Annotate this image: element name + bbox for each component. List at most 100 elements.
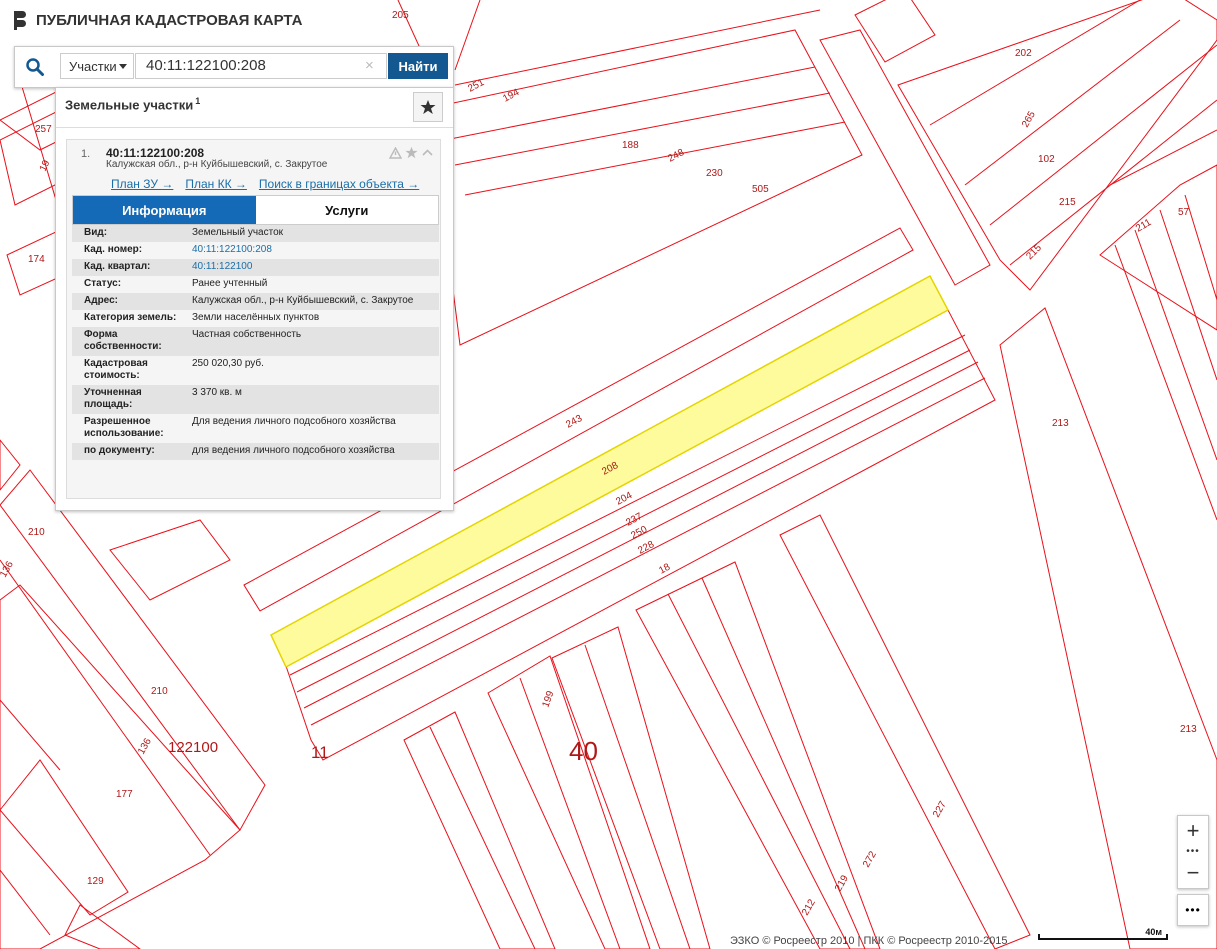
info-key: Разрешенное использование: [84, 416, 164, 439]
svg-text:177: 177 [116, 789, 133, 800]
info-row: Форма собственности: Частная собственност… [72, 327, 439, 356]
result-address: Калужская обл., р-н Куйбышевский, с. Зак… [106, 159, 328, 170]
svg-text:40: 40 [569, 736, 598, 766]
card-actions [389, 146, 434, 159]
info-value: 3 370 кв. м [192, 387, 242, 398]
svg-text:129: 129 [87, 876, 104, 887]
info-value: для ведения личного подсобного хозяйства [192, 445, 395, 456]
result-card[interactable]: 1. 40:11:122100:208 Калужская обл., р-н … [66, 139, 441, 499]
svg-text:57: 57 [1178, 207, 1190, 218]
zoom-divider: ••• [1186, 846, 1200, 857]
cadastral-quarter-link[interactable]: 40:11:122100 [190, 261, 428, 273]
zoom-out-button[interactable]: − [1178, 858, 1208, 888]
info-key: Кад. квартал: [84, 261, 151, 272]
search-type-select[interactable]: Участки [60, 53, 134, 79]
results-heading: Земельные участки 1 [65, 96, 200, 112]
search-input[interactable]: 40:11:122100:208 [135, 53, 387, 79]
info-key: по документу: [84, 445, 155, 456]
plan-kk-link[interactable]: План КК → [185, 177, 247, 191]
svg-text:210: 210 [28, 527, 45, 538]
info-value: 250 020,30 руб. [192, 358, 264, 369]
svg-text:11: 11 [311, 743, 329, 762]
warning-icon[interactable] [389, 146, 402, 159]
info-value: Частная собственность [192, 329, 302, 340]
info-value: Ранее учтенный [192, 278, 268, 289]
svg-text:19: 19 [38, 158, 53, 173]
svg-text:211: 211 [1134, 217, 1154, 235]
svg-text:136: 136 [0, 559, 16, 579]
search-in-bounds-link[interactable]: Поиск в границах объекта → [259, 177, 419, 191]
svg-text:248: 248 [666, 147, 686, 165]
tab-info[interactable]: Информация [73, 196, 256, 224]
tab-services[interactable]: Услуги [256, 196, 439, 224]
info-row: Кад. номер: 40:11:122100:208 [72, 242, 439, 259]
card-tabs: Информация Услуги [72, 195, 439, 225]
divider [56, 127, 453, 128]
info-row: Адрес: Калужская обл., р-н Куйбышевский, … [72, 293, 439, 310]
app-header: ПУБЛИЧНАЯ КАДАСТРОВАЯ КАРТА [14, 10, 302, 30]
svg-text:215: 215 [1059, 197, 1076, 208]
clear-icon[interactable]: × [365, 57, 374, 74]
svg-text:215: 215 [1024, 242, 1044, 262]
plan-zu-link[interactable]: План ЗУ → [111, 177, 173, 191]
svg-text:272: 272 [861, 849, 879, 869]
info-row: Кадастровая стоимость: 250 020,30 руб. [72, 356, 439, 385]
result-index: 1. [81, 148, 91, 160]
zoom-in-button[interactable]: + [1178, 816, 1208, 846]
rosreestr-logo-icon [14, 10, 28, 30]
search-bar: Участки 40:11:122100:208 × Найти [14, 46, 454, 88]
svg-text:212: 212 [800, 897, 818, 917]
scale-bar: 40м [1038, 927, 1168, 942]
svg-text:213: 213 [1052, 418, 1069, 429]
favorites-button[interactable] [413, 92, 443, 122]
info-row: Вид: Земельный участок [72, 225, 439, 242]
info-key: Уточненная площадь: [84, 387, 142, 410]
svg-text:257: 257 [35, 124, 52, 135]
result-title[interactable]: 40:11:122100:208 [106, 146, 204, 160]
star-icon [420, 100, 436, 114]
info-row: Разрешенное использование: Для ведения ли… [72, 414, 439, 443]
info-row: Уточненная площадь: 3 370 кв. м [72, 385, 439, 414]
svg-text:210: 210 [151, 686, 168, 697]
svg-text:505: 505 [752, 184, 769, 195]
info-key: Форма собственности: [84, 329, 162, 352]
attribution: ЭЗКО © Росреестр 2010 | ПКК © Росреестр … [730, 935, 1008, 947]
info-key: Категория земель: [84, 312, 177, 323]
more-options-button[interactable]: ••• [1177, 894, 1209, 926]
chevron-up-icon[interactable] [421, 147, 434, 159]
svg-text:205: 205 [392, 10, 409, 21]
svg-text:174: 174 [28, 254, 45, 265]
svg-text:213: 213 [1180, 724, 1197, 735]
info-key: Вид: [84, 227, 108, 238]
zoom-control: + ••• − [1177, 815, 1209, 889]
search-icon[interactable] [15, 47, 55, 87]
svg-text:228: 228 [636, 539, 656, 557]
info-key: Кадастровая стоимость: [84, 358, 148, 381]
svg-text:122100: 122100 [168, 739, 218, 756]
info-row: по документу: для ведения личного подсобн… [72, 443, 439, 460]
info-row: Статус: Ранее учтенный [72, 276, 439, 293]
svg-text:188: 188 [622, 140, 639, 151]
info-value: Для ведения личного подсобного хозяйства [192, 416, 396, 427]
find-button[interactable]: Найти [388, 53, 448, 79]
info-value: Земельный участок [192, 227, 284, 238]
star-icon[interactable] [405, 146, 418, 159]
results-count: 1 [195, 96, 201, 106]
chevron-down-icon [119, 64, 127, 69]
cadastral-number-link[interactable]: 40:11:122100:208 [190, 244, 428, 256]
svg-text:227: 227 [931, 799, 949, 819]
scale-line [1038, 934, 1168, 940]
svg-text:230: 230 [706, 168, 723, 179]
info-value: Калужская обл., р-н Куйбышевский, с. Зак… [192, 295, 414, 306]
scale-label: 40м [1145, 927, 1162, 937]
app-title: ПУБЛИЧНАЯ КАДАСТРОВАЯ КАРТА [36, 11, 303, 29]
svg-text:136: 136 [136, 736, 154, 756]
svg-text:204: 204 [614, 490, 634, 508]
svg-text:102: 102 [1038, 154, 1055, 165]
info-value: Земли населённых пунктов [192, 312, 320, 323]
svg-text:265: 265 [1020, 109, 1038, 129]
svg-text:219: 219 [833, 873, 851, 893]
search-type-label: Участки [69, 58, 117, 74]
svg-text:243: 243 [564, 413, 584, 431]
svg-text:202: 202 [1015, 48, 1032, 59]
